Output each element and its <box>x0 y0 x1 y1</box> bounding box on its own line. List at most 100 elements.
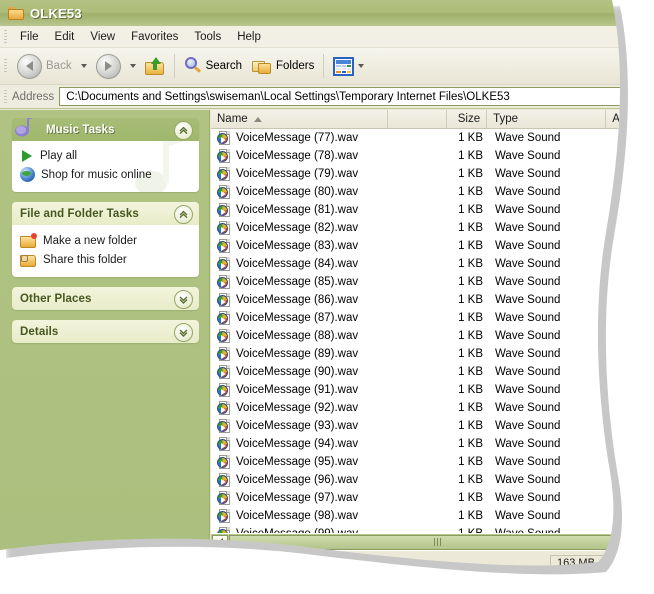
file-type-cell: Wave Sound <box>495 294 561 306</box>
column-header-name[interactable]: Name <box>211 110 388 128</box>
up-button[interactable] <box>140 50 170 82</box>
file-type-cell: Wave Sound <box>495 168 561 180</box>
wave-file-icon <box>217 347 231 361</box>
file-type-cell: Wave Sound <box>495 366 561 378</box>
wave-file-icon <box>217 167 231 181</box>
file-name-label: VoiceMessage (94).wav <box>236 438 359 450</box>
file-name-label: VoiceMessage (97).wav <box>236 492 359 504</box>
table-row[interactable]: VoiceMessage (85).wav 1 KB Wave Sound <box>211 273 646 291</box>
panel-details-header[interactable]: Details <box>12 320 199 343</box>
task-shop-for-music-online[interactable]: Shop for music online <box>20 165 191 184</box>
file-name-label: VoiceMessage (84).wav <box>236 258 359 270</box>
column-header-blank[interactable] <box>388 110 448 128</box>
file-type-cell: Wave Sound <box>495 510 561 522</box>
menu-item-edit[interactable]: Edit <box>47 29 83 45</box>
task-pane-sidebar: Music Tasks Play all Shop for music onli… <box>0 110 210 550</box>
toolbar-grip[interactable] <box>4 59 7 73</box>
menu-grip[interactable] <box>4 30 7 44</box>
task-play-all[interactable]: Play all <box>20 147 191 165</box>
file-size-cell: 1 KB <box>458 132 483 144</box>
table-row[interactable]: VoiceMessage (92).wav 1 KB Wave Sound <box>211 399 646 417</box>
table-row[interactable]: VoiceMessage (96).wav 1 KB Wave Sound <box>211 471 646 489</box>
chevron-up-icon[interactable] <box>174 205 193 224</box>
panel-music-tasks-header[interactable]: Music Tasks <box>12 118 199 141</box>
views-chevron-down-icon[interactable] <box>358 64 364 68</box>
panel-other-places: Other Places <box>12 287 199 310</box>
forward-button[interactable] <box>91 50 126 82</box>
task-make-a-new-folder[interactable]: Make a new folder <box>20 231 191 250</box>
table-row[interactable]: VoiceMessage (88).wav 1 KB Wave Sound <box>211 327 646 345</box>
panel-other-places-header[interactable]: Other Places <box>12 287 199 310</box>
column-header-row: Name Size Type Artis <box>211 110 646 129</box>
table-row[interactable]: VoiceMessage (91).wav 1 KB Wave Sound <box>211 381 646 399</box>
wave-file-icon <box>217 257 231 271</box>
chevron-down-icon[interactable] <box>174 323 193 342</box>
file-name-cell: VoiceMessage (86).wav <box>211 293 389 307</box>
table-row[interactable]: VoiceMessage (95).wav 1 KB Wave Sound <box>211 453 646 471</box>
views-button[interactable] <box>328 50 373 82</box>
table-row[interactable]: VoiceMessage (86).wav 1 KB Wave Sound <box>211 291 646 309</box>
file-name-label: VoiceMessage (80).wav <box>236 186 359 198</box>
chevron-up-icon[interactable] <box>174 121 193 140</box>
file-size-cell: 1 KB <box>458 384 483 396</box>
file-name-label: VoiceMessage (89).wav <box>236 348 359 360</box>
wave-file-icon <box>217 455 231 469</box>
panel-file-and-folder-tasks-body: Make a new folder Share this folder <box>12 225 199 277</box>
table-row[interactable]: VoiceMessage (94).wav 1 KB Wave Sound <box>211 435 646 453</box>
menu-item-tools[interactable]: Tools <box>186 29 229 45</box>
chevron-down-icon[interactable] <box>174 290 193 309</box>
task-share-this-folder[interactable]: Share this folder <box>20 250 191 269</box>
table-row[interactable]: VoiceMessage (83).wav 1 KB Wave Sound <box>211 237 646 255</box>
wave-file-icon <box>217 401 231 415</box>
file-name-cell: VoiceMessage (98).wav <box>211 509 389 523</box>
file-size-cell: 1 KB <box>458 348 483 360</box>
table-row[interactable]: VoiceMessage (78).wav 1 KB Wave Sound <box>211 147 646 165</box>
panel-music-tasks-body: Play all Shop for music online <box>12 141 199 192</box>
column-header-size[interactable]: Size <box>447 110 487 128</box>
menu-bar: File Edit View Favorites Tools Help <box>0 26 646 48</box>
panel-file-and-folder-tasks-header[interactable]: File and Folder Tasks <box>12 202 199 225</box>
column-header-size-label: Size <box>457 113 481 125</box>
address-grip[interactable] <box>4 90 7 104</box>
table-row[interactable]: VoiceMessage (84).wav 1 KB Wave Sound <box>211 255 646 273</box>
table-row[interactable]: VoiceMessage (87).wav 1 KB Wave Sound <box>211 309 646 327</box>
menu-item-favorites[interactable]: Favorites <box>123 29 186 45</box>
wave-file-icon <box>217 185 231 199</box>
table-row[interactable]: VoiceMessage (89).wav 1 KB Wave Sound <box>211 345 646 363</box>
file-name-cell: VoiceMessage (87).wav <box>211 311 389 325</box>
folders-icon <box>252 58 272 75</box>
file-name-label: VoiceMessage (91).wav <box>236 384 359 396</box>
column-header-type[interactable]: Type <box>487 110 606 128</box>
address-input[interactable]: C:\Documents and Settings\swiseman\Local… <box>59 87 646 106</box>
forward-dropdown-chevron-down-icon[interactable] <box>130 64 136 68</box>
file-type-cell: Wave Sound <box>495 492 561 504</box>
file-name-cell: VoiceMessage (79).wav <box>211 167 389 181</box>
table-row[interactable]: VoiceMessage (99).wav1 KBWave Sound <box>211 525 646 533</box>
table-row[interactable]: VoiceMessage (93).wav 1 KB Wave Sound <box>211 417 646 435</box>
table-row[interactable]: VoiceMessage (81).wav 1 KB Wave Sound <box>211 201 646 219</box>
table-row[interactable]: VoiceMessage (97).wav 1 KB Wave Sound <box>211 489 646 507</box>
menu-item-view[interactable]: View <box>82 29 123 45</box>
table-row[interactable]: VoiceMessage (77).wav 1 KB Wave Sound <box>211 129 646 147</box>
folders-button[interactable]: Folders <box>247 50 319 82</box>
back-dropdown-chevron-down-icon[interactable] <box>81 64 87 68</box>
table-row[interactable]: VoiceMessage (98).wav 1 KB Wave Sound <box>211 507 646 525</box>
file-name-label: VoiceMessage (92).wav <box>236 402 359 414</box>
folders-button-label: Folders <box>276 60 315 72</box>
address-label: Address <box>12 90 55 103</box>
back-button[interactable]: Back <box>12 50 77 82</box>
search-button[interactable]: Search <box>179 50 247 82</box>
file-size-cell: 1 KB <box>458 456 483 468</box>
file-size-cell: 1 KB <box>458 258 483 270</box>
table-row[interactable]: VoiceMessage (90).wav 1 KB Wave Sound <box>211 363 646 381</box>
wave-file-icon <box>217 275 231 289</box>
back-arrow-icon <box>17 54 42 79</box>
menu-item-help[interactable]: Help <box>229 29 269 45</box>
table-row[interactable]: VoiceMessage (80).wav 1 KB Wave Sound <box>211 183 646 201</box>
file-type-cell: Wave Sound <box>495 384 561 396</box>
file-size-cell: 1 KB <box>458 168 483 180</box>
menu-item-file[interactable]: File <box>12 29 47 45</box>
table-row[interactable]: VoiceMessage (79).wav 1 KB Wave Sound <box>211 165 646 183</box>
panel-details-title: Details <box>20 325 59 338</box>
table-row[interactable]: VoiceMessage (82).wav 1 KB Wave Sound <box>211 219 646 237</box>
